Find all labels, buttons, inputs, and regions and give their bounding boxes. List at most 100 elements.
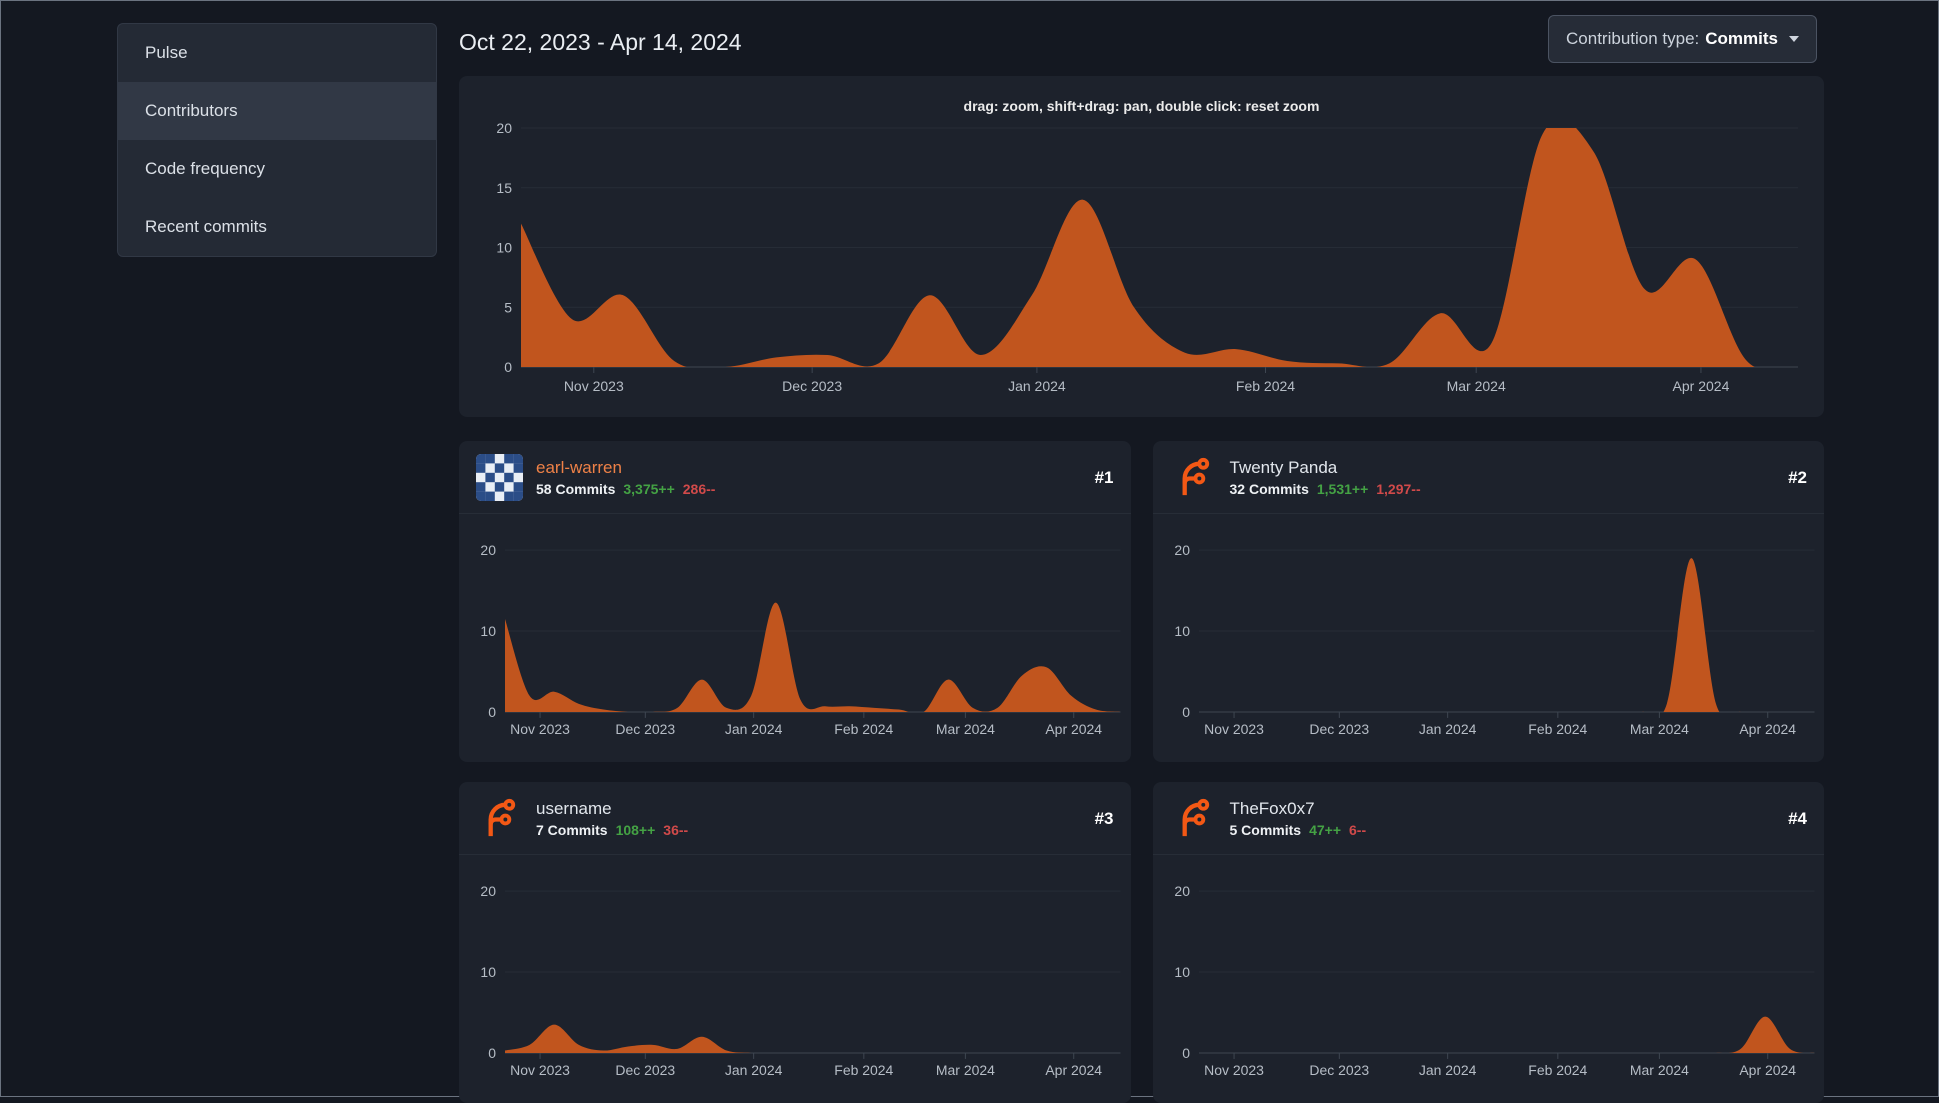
contributor-stats: 7 Commits 108++ 36-- <box>536 822 688 838</box>
contributor-card: TheFox0x7 5 Commits 47++ 6-- #4 0 10 20 Nov… <box>1152 782 1825 1103</box>
x-tick-label: Jan 2024 <box>725 1062 783 1078</box>
y-tick-label: 20 <box>480 883 496 899</box>
x-tick-label: Mar 2024 <box>1447 378 1506 394</box>
additions-count: 1,531++ <box>1316 481 1369 497</box>
contributor-name[interactable]: TheFox0x7 <box>1230 799 1367 819</box>
y-tick-label: 0 <box>488 704 496 720</box>
area-series <box>504 1024 752 1053</box>
x-tick-label: Nov 2023 <box>510 721 570 737</box>
x-tick-label: Dec 2023 <box>615 1062 675 1078</box>
contributor-info: Twenty Panda 32 Commits 1,531++ 1,297-- <box>1230 458 1421 497</box>
default-avatar[interactable] <box>476 795 523 842</box>
x-tick-label: Feb 2024 <box>1528 1062 1587 1078</box>
sidebar-item-pulse[interactable]: Pulse <box>118 24 436 82</box>
sidebar-item-code-frequency[interactable]: Code frequency <box>118 140 436 198</box>
deletions-count: 286-- <box>682 481 716 497</box>
forgejo-logo-icon <box>1182 457 1209 496</box>
rank-badge: #2 <box>1788 467 1807 487</box>
default-avatar[interactable] <box>1170 454 1217 501</box>
contributors-grid: earl-warren 58 Commits 3,375++ 286-- #1 … <box>459 441 1824 1103</box>
x-tick-label: Apr 2024 <box>1045 1062 1102 1078</box>
contributor-card: username 7 Commits 108++ 36-- #3 0 10 20 No… <box>459 782 1131 1103</box>
contributor-stats: 32 Commits 1,531++ 1,297-- <box>1230 481 1421 497</box>
y-tick-label: 10 <box>480 623 496 639</box>
commits-count: 32 Commits <box>1229 481 1309 497</box>
y-tick-label: 0 <box>504 359 512 375</box>
forgejo-logo-icon <box>1182 798 1209 837</box>
contributor-stats: 5 Commits 47++ 6-- <box>1230 822 1367 838</box>
rank-badge: #3 <box>1094 808 1114 828</box>
forgejo-logo-icon <box>488 798 516 837</box>
x-tick-label: Jan 2024 <box>1008 378 1066 394</box>
x-tick-label: Dec 2023 <box>1309 1062 1369 1078</box>
area-series <box>521 128 1798 367</box>
x-tick-label: Dec 2023 <box>1309 721 1369 737</box>
x-tick-label: Nov 2023 <box>1204 721 1264 737</box>
x-tick-label: Dec 2023 <box>782 378 842 394</box>
contributor-card: Twenty Panda 32 Commits 1,531++ 1,297-- … <box>1152 441 1825 762</box>
area-series <box>1715 1016 1815 1053</box>
x-tick-label: Apr 2024 <box>1739 721 1796 737</box>
overall-chart-card: drag: zoom, shift+drag: pan, double clic… <box>459 76 1824 417</box>
x-tick-label: Jan 2024 <box>1418 1062 1476 1078</box>
identicon-avatar[interactable] <box>476 454 523 501</box>
additions-count: 108++ <box>615 822 656 838</box>
contributor-area-chart[interactable]: 0 10 20 Nov 2023 Dec 2023 Jan 2024 Feb 2024 Mar… <box>1153 859 1825 1099</box>
x-tick-label: Jan 2024 <box>725 721 783 737</box>
y-tick-label: 10 <box>480 964 496 980</box>
rank-badge: #1 <box>1094 467 1114 487</box>
contributor-name[interactable]: username <box>536 799 688 819</box>
y-tick-label: 20 <box>496 120 512 136</box>
y-tick-label: 20 <box>1174 542 1190 558</box>
contributor-header: username 7 Commits 108++ 36-- #3 <box>459 782 1131 855</box>
date-range-title: Oct 22, 2023 - Apr 14, 2024 <box>459 29 742 55</box>
additions-count: 47++ <box>1309 822 1342 838</box>
x-tick-label: Apr 2024 <box>1673 378 1730 394</box>
x-tick-label: Mar 2024 <box>1629 721 1688 737</box>
contributor-card: earl-warren 58 Commits 3,375++ 286-- #1 … <box>459 441 1131 762</box>
default-avatar[interactable] <box>1170 795 1217 842</box>
x-tick-label: Jan 2024 <box>1418 721 1476 737</box>
x-tick-label: Dec 2023 <box>615 721 675 737</box>
y-tick-label: 20 <box>480 542 496 558</box>
y-tick-label: 0 <box>1182 1045 1190 1061</box>
contributor-name[interactable]: earl-warren <box>536 458 715 478</box>
contributor-header: Twenty Panda 32 Commits 1,531++ 1,297-- … <box>1152 441 1824 514</box>
deletions-count: 6-- <box>1349 822 1367 838</box>
x-tick-label: Mar 2024 <box>1629 1062 1688 1078</box>
y-tick-label: 0 <box>488 1045 496 1061</box>
contributor-area-chart[interactable]: 0 10 20 Nov 2023 Dec 2023 Jan 2024 Feb 2024 Mar… <box>459 859 1131 1099</box>
sidebar-item-contributors[interactable]: Contributors <box>118 82 436 140</box>
chart-zoom-hint: drag: zoom, shift+drag: pan, double clic… <box>963 98 1320 114</box>
commits-count: 5 Commits <box>1229 822 1302 838</box>
y-tick-label: 0 <box>1182 704 1190 720</box>
x-tick-label: Mar 2024 <box>936 721 995 737</box>
contributor-stats: 58 Commits 3,375++ 286-- <box>536 481 715 497</box>
x-tick-label: Feb 2024 <box>834 1062 893 1078</box>
additions-count: 3,375++ <box>623 481 675 497</box>
x-tick-label: Apr 2024 <box>1739 1062 1796 1078</box>
y-tick-label: 10 <box>1174 964 1190 980</box>
contributor-info: TheFox0x7 5 Commits 47++ 6-- <box>1230 799 1367 838</box>
x-tick-label: Feb 2024 <box>1528 721 1587 737</box>
x-tick-label: Mar 2024 <box>936 1062 995 1078</box>
commits-count: 7 Commits <box>536 822 608 838</box>
x-tick-label: Apr 2024 <box>1045 721 1102 737</box>
sidebar-item-recent-commits[interactable]: Recent commits <box>118 198 436 256</box>
contributor-header: earl-warren 58 Commits 3,375++ 286-- #1 <box>459 441 1131 514</box>
area-series <box>504 602 1121 712</box>
contributor-name[interactable]: Twenty Panda <box>1230 458 1421 478</box>
x-tick-label: Feb 2024 <box>1236 378 1295 394</box>
x-tick-label: Nov 2023 <box>1204 1062 1264 1078</box>
identicon-avatar-image <box>476 454 523 501</box>
contributor-area-chart[interactable]: 0 10 20 Nov 2023 Dec 2023 Jan 2024 Feb 2024 Mar… <box>1153 518 1825 758</box>
overall-commits-area-chart[interactable]: 0 5 10 15 20 Nov 2023 Dec 2023 Jan 2024 Feb 2024… <box>475 120 1808 407</box>
contributor-area-chart[interactable]: 0 10 20 Nov 2023 Dec 2023 Jan 2024 Feb 2024 Mar… <box>459 518 1131 758</box>
x-tick-label: Feb 2024 <box>834 721 893 737</box>
contributor-info: username 7 Commits 108++ 36-- <box>536 799 688 838</box>
x-tick-label: Nov 2023 <box>564 378 624 394</box>
rank-badge: #4 <box>1788 808 1807 828</box>
y-tick-label: 20 <box>1174 883 1190 899</box>
area-series <box>1641 558 1741 712</box>
x-tick-label: Nov 2023 <box>510 1062 570 1078</box>
